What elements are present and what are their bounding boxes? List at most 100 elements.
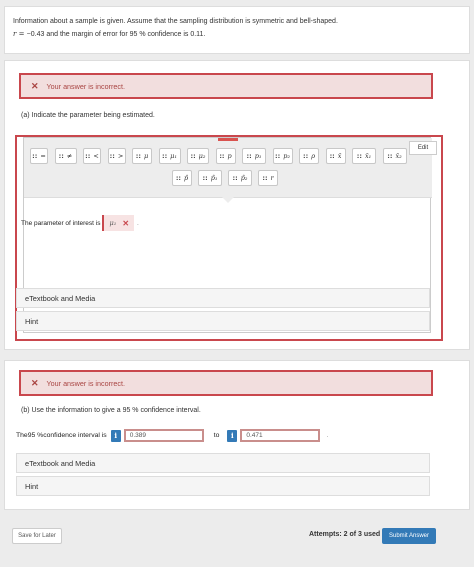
edit-button[interactable]: Edit [409,141,437,155]
parameter-answer: μ₁ [109,219,117,227]
part-b-label-post: confidence interval. [138,407,201,414]
part-b-error-text: Your answer is incorrect. [46,378,125,388]
error-icon: ✕ [31,377,39,388]
drag-handle-icon: :: [202,174,208,182]
palette-symbol: p̂₂ [240,174,248,182]
palette-symbol: x̄ [337,152,342,160]
question-end-text: confidence is [145,31,191,38]
palette-button[interactable]: :: r [258,170,278,186]
drag-handle-icon: :: [190,152,196,160]
r-value: −0.43 [26,31,45,38]
palette-symbol: < [93,152,99,160]
palette-button[interactable]: :: ≠ [54,148,77,164]
info-icon[interactable]: i [110,429,121,442]
symbol-palette: :: =:: ≠:: <:: >:: μ:: μ₁:: μ₂:: p:: p₁:: p₂:: ρ:: x… [24,138,432,198]
palette-button[interactable]: :: μ₁ [158,148,181,164]
palette-button[interactable]: :: = [30,148,48,164]
part-b-label-pre: (b) Use the information to give a [21,407,123,414]
confidence-level: 95 % [129,31,146,38]
palette-button[interactable]: :: x̄₂ [382,148,407,164]
lower-bound-input[interactable]: 0.389 [123,429,204,442]
question-panel: Information about a sample is given. Ass… [4,6,470,54]
drag-handle-icon: :: [356,152,362,160]
part-b-label: (b) Use the information to give a 95 % c… [21,407,201,414]
drag-handle-icon: :: [302,152,309,160]
question-values: r = −0.43 and the margin of error for 95… [13,28,461,41]
palette-button[interactable]: :: p₂ [272,148,293,164]
palette-button[interactable]: :: μ₂ [187,148,209,164]
palette-button[interactable]: :: μ [132,148,152,164]
palette-symbol: ρ [311,152,316,160]
palette-button[interactable]: :: p̂ [172,170,192,186]
attempts-counter: Attempts: 2 of 3 used [309,531,381,538]
palette-symbol: x̄₁ [364,152,372,160]
palette-symbol: r [270,174,274,182]
question-mid-text: and the margin of error for [44,31,130,38]
palette-symbol: x̄₂ [395,152,402,160]
palette-symbol: p̂₁ [210,174,218,182]
confidence-interval-line: The 95 % confidence interval is i 0.389 … [16,429,328,442]
drag-handle-icon: :: [219,152,225,160]
palette-button[interactable]: :: < [83,148,101,164]
question-period: . [203,31,206,38]
parameter-line: The parameter of interest is μ₁ ✕ . [21,215,139,231]
save-for-later-button[interactable]: Save for Later [12,528,62,544]
palette-button[interactable]: :: x̄₁ [352,148,376,164]
submit-answer-button[interactable]: Submit Answer [382,528,436,544]
ci-conf: 95 % [27,432,44,439]
palette-symbol: p₂ [283,152,290,160]
palette-button[interactable]: :: p₁ [242,148,266,164]
palette-symbol: μ₂ [198,152,206,160]
etextbook-link-a[interactable]: eTextbook and Media [16,288,430,308]
drag-handle-icon: :: [135,152,141,160]
incorrect-icon: ✕ [122,218,130,228]
palette-symbol: ≠ [66,152,73,160]
palette-button[interactable]: :: ρ [299,148,319,164]
palette-button[interactable]: :: p̂₁ [198,170,222,186]
drag-handle-icon: :: [262,174,268,182]
part-b-label-conf: 95 % [122,407,139,414]
parameter-suffix: . [137,219,139,227]
part-a-error-text: Your answer is incorrect. [46,81,125,91]
drag-handle-icon: :: [161,152,168,160]
drag-handle-icon: :: [329,152,335,160]
drag-handle-icon: :: [387,152,393,160]
margin-of-error: 0.11 [190,31,204,38]
palette-symbol: p₁ [254,152,262,160]
ci-period: . [326,432,329,439]
to-label: to [213,432,220,439]
palette-symbol: p [227,152,232,160]
part-a-error-banner: ✕ Your answer is incorrect. [19,73,433,99]
r-label: r = [13,30,27,38]
hint-link-b[interactable]: Hint [16,476,430,496]
drag-handle-icon: :: [275,152,281,160]
palette-button[interactable]: :: x̄ [325,148,346,164]
question-text: Information about a sample is given. Ass… [13,18,338,25]
palette-symbol: p̂ [184,174,189,182]
ci-pre: The [16,432,28,439]
palette-button[interactable]: :: > [107,148,126,164]
palette-symbol: μ₁ [170,152,178,160]
error-icon: ✕ [31,80,39,91]
drag-handle-icon: :: [109,152,115,160]
etextbook-link-b[interactable]: eTextbook and Media [16,453,430,473]
upper-bound-input[interactable]: 0.471 [240,429,321,442]
palette-button[interactable]: :: p [215,148,236,164]
part-a-label: (a) Indicate the parameter being estimat… [21,112,155,119]
drag-handle-icon: :: [58,152,64,160]
palette-symbol: = [40,152,46,160]
drag-handle-icon: :: [246,152,252,160]
info-icon[interactable]: i [227,429,238,442]
drag-handle-icon: :: [32,152,38,160]
drag-handle-icon: :: [175,174,182,182]
parameter-prefix: The parameter of interest is [21,219,101,227]
palette-tab-indicator [218,138,238,141]
hint-link-a[interactable]: Hint [16,311,430,331]
palette-symbol: > [117,152,124,160]
palette-symbol: μ [143,152,149,160]
drag-handle-icon: :: [232,174,238,182]
palette-notch [222,197,234,203]
parameter-answer-box[interactable]: μ₁ ✕ [102,215,135,231]
part-b-error-banner: ✕ Your answer is incorrect. [19,370,433,396]
palette-button[interactable]: :: p̂₂ [228,170,252,186]
